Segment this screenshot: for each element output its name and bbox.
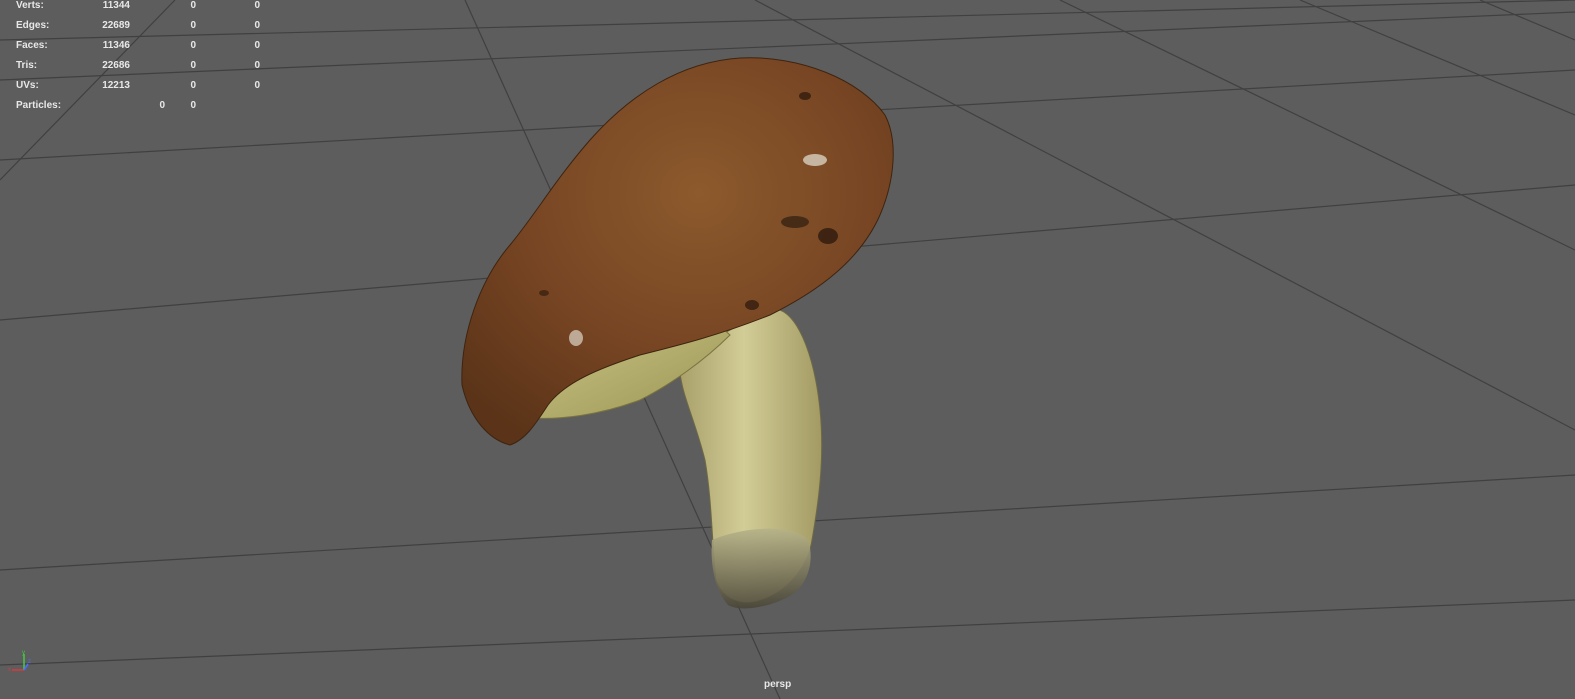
axis-z-label: z (28, 659, 31, 665)
hud-row-uvs: UVs: 12213 0 0 (0, 79, 300, 93)
hud-value: 12213 (102, 80, 130, 91)
hud-value: 0 (190, 20, 196, 31)
hud-label: Faces: (16, 40, 48, 51)
camera-name-label: persp (764, 679, 792, 690)
hud-label: UVs: (16, 80, 39, 91)
hud-value: 0 (190, 80, 196, 91)
hud-value: 0 (254, 20, 260, 31)
axis-gizmo-icon: x y z (8, 650, 31, 673)
hud-label: Particles: (16, 100, 62, 111)
stem-base (711, 528, 811, 609)
hud-label: Verts: (16, 0, 44, 11)
hud-row-tris: Tris: 22686 0 0 (0, 59, 300, 73)
mushroom-model[interactable] (461, 57, 894, 609)
axis-y-label: y (22, 650, 25, 656)
axis-x-label: x (8, 667, 11, 673)
hud-value: 0 (254, 0, 260, 11)
hud-value: 0 (254, 80, 260, 91)
perspective-viewport[interactable]: Verts: 11344 0 0 Edges: 22689 0 0 Faces:… (0, 0, 1575, 699)
hud-label: Tris: (16, 60, 38, 71)
hud-value: 0 (190, 0, 196, 11)
hud-value: 0 (254, 60, 260, 71)
hud-row-particles: Particles: 0 0 (0, 99, 300, 113)
hud-row-faces: Faces: 11346 0 0 (0, 39, 300, 53)
hud-row-verts: Verts: 11344 0 0 (0, 0, 300, 13)
hud-row-edges: Edges: 22689 0 0 (0, 19, 300, 33)
hud-value: 0 (190, 100, 196, 111)
hud-value: 0 (190, 40, 196, 51)
hud-label: Edges: (16, 20, 50, 31)
hud-value: 22686 (102, 60, 130, 71)
hud-value: 11344 (102, 0, 130, 11)
hud-value: 0 (254, 40, 260, 51)
hud-value: 22689 (102, 20, 130, 31)
hud-value: 11346 (102, 40, 130, 51)
hud-value: 0 (190, 60, 196, 71)
mushroom-cap[interactable] (461, 57, 894, 446)
